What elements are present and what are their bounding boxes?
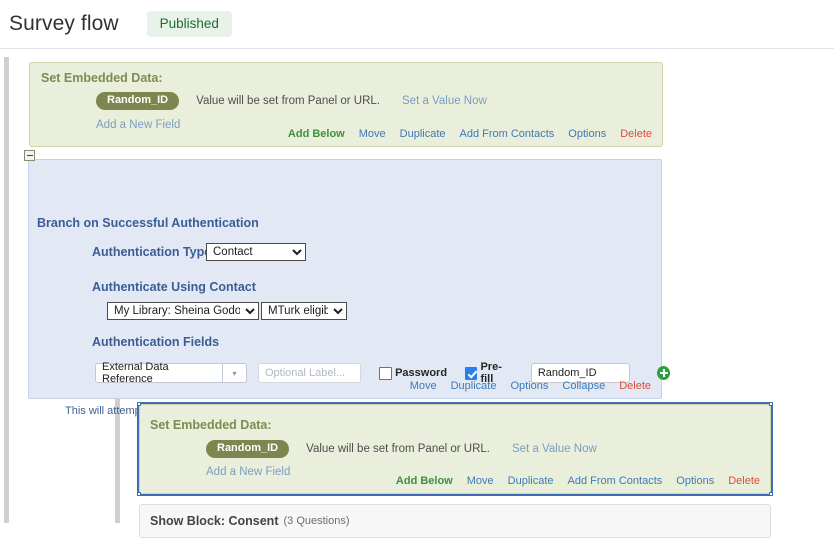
add-a-new-field-link[interactable]: Add a New Field [96, 119, 180, 131]
password-checkbox-label: Password [395, 367, 448, 379]
embedded-data-field-row: Random_ID Value will be set from Panel o… [96, 92, 487, 110]
embedded-field-name[interactable]: Random_ID [206, 440, 290, 458]
branch-authentication-block[interactable]: Branch on Successful Authentication Auth… [28, 159, 671, 417]
show-block-title: Show Block: Consent [150, 514, 279, 528]
block-actions: Add Below Move Duplicate Add From Contac… [288, 128, 652, 140]
authentication-fields-label: Authentication Fields [92, 335, 220, 349]
embedded-data-block[interactable]: Set Embedded Data: Random_ID Value will … [29, 62, 663, 147]
set-a-value-now-link[interactable]: Set a Value Now [402, 95, 487, 107]
show-block-question-count: (3 Questions) [283, 515, 350, 527]
add-from-contacts-link[interactable]: Add From Contacts [568, 475, 663, 487]
authentication-type-label: Authentication Type: [92, 245, 216, 259]
embedded-data-field-row: Random_ID Value will be set from Panel o… [206, 440, 597, 458]
add-a-new-field-link[interactable]: Add a New Field [206, 466, 290, 478]
flow-gutter-root[interactable] [4, 57, 9, 523]
branch-move-link[interactable]: Move [410, 380, 437, 392]
duplicate-link[interactable]: Duplicate [400, 128, 446, 140]
page-header: Survey flow Published [0, 0, 834, 48]
contact-list-select[interactable]: MTurk eligibility [261, 302, 347, 320]
authenticate-using-label: Authenticate Using Contact [92, 280, 256, 294]
survey-flow-canvas: Set Embedded Data: Random_ID Value will … [0, 49, 834, 538]
page-title: Survey flow [9, 12, 119, 35]
embedded-data-title: Set Embedded Data: [150, 418, 272, 432]
optional-label-input[interactable]: Optional Label... [258, 363, 362, 383]
delete-link[interactable]: Delete [728, 475, 760, 487]
options-link[interactable]: Options [568, 128, 606, 140]
duplicate-link[interactable]: Duplicate [508, 475, 554, 487]
delete-link[interactable]: Delete [620, 128, 652, 140]
embedded-data-block-nested[interactable]: Set Embedded Data: Random_ID Value will … [139, 404, 771, 494]
add-from-contacts-link[interactable]: Add From Contacts [460, 128, 555, 140]
branch-duplicate-link[interactable]: Duplicate [451, 380, 497, 392]
embedded-field-name[interactable]: Random_ID [96, 92, 180, 110]
add-below-link[interactable]: Add Below [288, 128, 345, 140]
branch-actions: Move Duplicate Options Collapse Delete [410, 380, 651, 392]
block-actions: Add Below Move Duplicate Add From Contac… [396, 475, 760, 487]
chevron-down-icon[interactable]: ▾ [223, 363, 247, 383]
collapse-toggle-icon[interactable] [24, 150, 35, 161]
field-type-combo[interactable]: External Data Reference ▾ [95, 361, 247, 385]
field-type-value[interactable]: External Data Reference [95, 361, 223, 385]
set-a-value-now-link[interactable]: Set a Value Now [512, 443, 597, 455]
prefill-checkbox[interactable] [465, 366, 478, 380]
branch-title: Branch on Successful Authentication [37, 216, 259, 230]
embedded-field-value-text: Value will be set from Panel or URL. [196, 95, 380, 107]
branch-collapse-link[interactable]: Collapse [562, 380, 605, 392]
move-link[interactable]: Move [359, 128, 386, 140]
authentication-type-select[interactable]: Contact [206, 243, 306, 261]
embedded-data-title: Set Embedded Data: [41, 71, 163, 85]
move-link[interactable]: Move [467, 475, 494, 487]
options-link[interactable]: Options [676, 475, 714, 487]
branch-delete-link[interactable]: Delete [619, 380, 651, 392]
status-badge: Published [146, 10, 232, 38]
minus-icon [26, 155, 33, 156]
embedded-field-value-text: Value will be set from Panel or URL. [306, 443, 490, 455]
add-field-plus-icon[interactable] [657, 366, 671, 380]
branch-options-link[interactable]: Options [510, 380, 548, 392]
contact-library-select[interactable]: My Library: Sheina Godovich [107, 302, 259, 320]
password-checkbox-group[interactable]: Password [379, 366, 448, 380]
add-below-link[interactable]: Add Below [396, 475, 453, 487]
show-block-row[interactable]: Show Block: Consent (3 Questions) [139, 504, 771, 538]
password-checkbox[interactable] [379, 366, 393, 380]
